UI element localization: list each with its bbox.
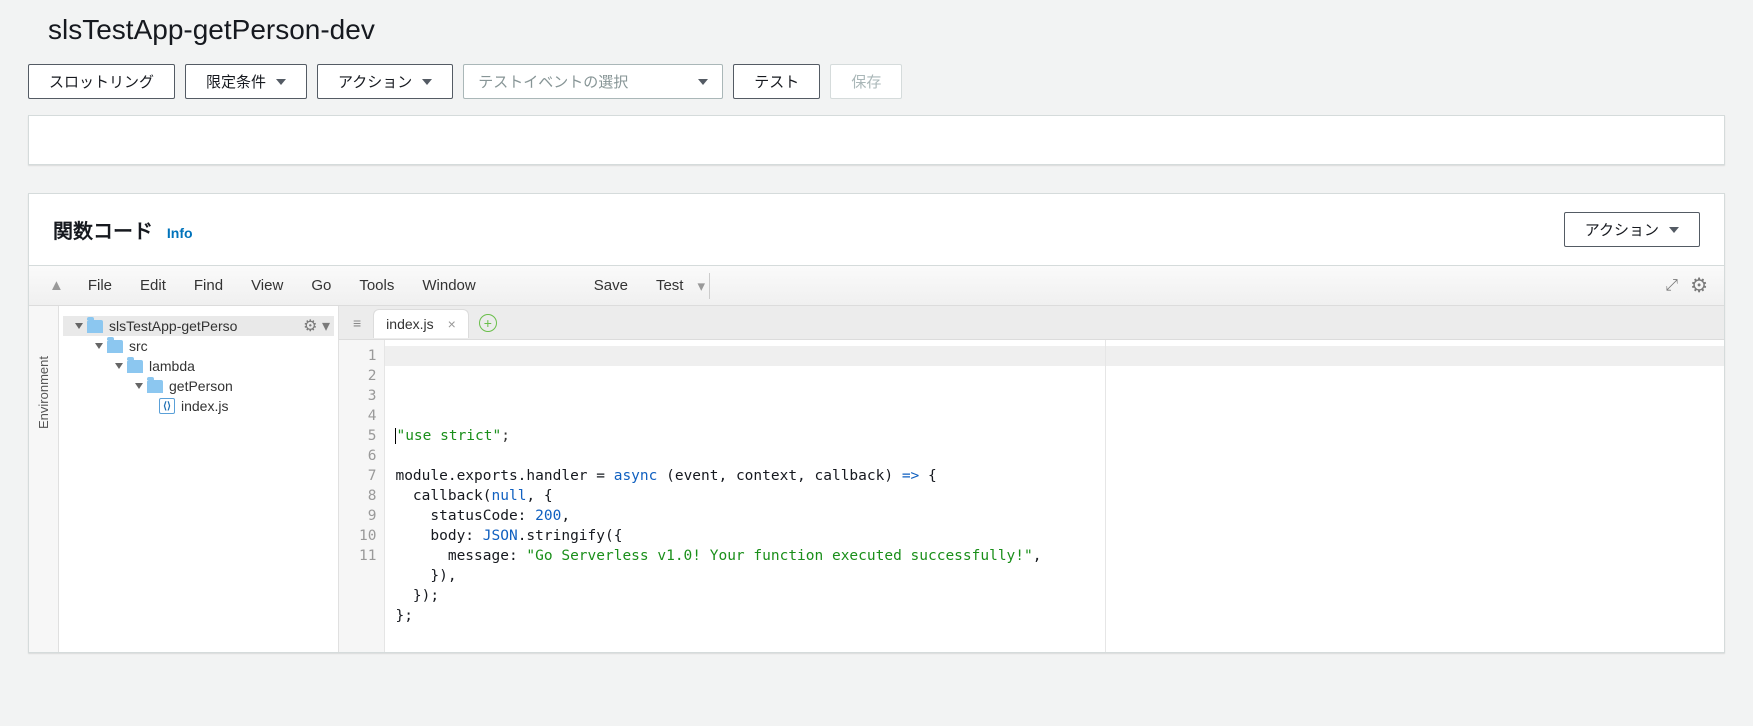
tree-src-label: src	[129, 338, 148, 354]
folder-icon	[127, 360, 143, 373]
test-event-select[interactable]: テストイベントの選択	[463, 64, 723, 99]
menu-find[interactable]: Find	[180, 277, 237, 294]
tree-getperson-label: getPerson	[169, 378, 233, 394]
info-link[interactable]: Info	[167, 225, 193, 241]
function-code-panel: 関数コード Info アクション ▲ File Edit Find View G…	[28, 193, 1725, 653]
code-editor[interactable]: 1234567891011 "use strict"; module.expor…	[339, 340, 1724, 652]
disclosure-icon	[135, 383, 143, 389]
test-button[interactable]: テスト	[733, 64, 820, 99]
code-actions-dropdown[interactable]: アクション	[1564, 212, 1700, 247]
editor-tabbar: ≡ index.js × +	[339, 306, 1724, 340]
menu-view[interactable]: View	[237, 277, 297, 294]
folder-icon	[107, 340, 123, 353]
add-tab-icon[interactable]: +	[479, 314, 497, 332]
code-actions-label: アクション	[1585, 219, 1659, 240]
tree-folder-getperson[interactable]: getPerson	[63, 376, 334, 396]
collapse-sidebar-icon[interactable]: ▲	[49, 277, 64, 294]
close-tab-icon[interactable]: ×	[448, 316, 456, 332]
tree-root[interactable]: slsTestApp-getPerso	[63, 316, 334, 336]
js-file-icon: ⟨⟩	[159, 398, 175, 414]
actions-dropdown[interactable]: アクション	[317, 64, 453, 99]
menu-go[interactable]: Go	[297, 277, 345, 294]
tab-label: index.js	[386, 316, 433, 332]
ide-test-button[interactable]: Test	[642, 277, 698, 294]
test-event-placeholder: テストイベントの選択	[478, 71, 628, 92]
folder-icon	[147, 380, 163, 393]
throttling-button[interactable]: スロットリング	[28, 64, 175, 99]
ide: ▲ File Edit Find View Go Tools Window Sa…	[29, 265, 1724, 652]
editor-area: ≡ index.js × + 1234567891011 "use strict…	[339, 306, 1724, 652]
ide-test-dropdown-icon[interactable]: ▾	[697, 277, 705, 295]
code-content[interactable]: "use strict"; module.exports.handler = a…	[385, 340, 1724, 652]
tab-scroll-icon[interactable]: ≡	[345, 315, 369, 331]
tree-gear-icon[interactable]: ⚙ ▾	[303, 316, 330, 336]
qualifiers-dropdown[interactable]: 限定条件	[185, 64, 307, 99]
page-title: slsTestApp-getPerson-dev	[28, 0, 1725, 64]
caret-down-icon	[422, 79, 432, 85]
environment-tab[interactable]: Environment	[29, 306, 59, 652]
gear-icon[interactable]: ⚙	[1684, 273, 1714, 298]
code-section-heading: 関数コード	[53, 221, 153, 243]
tree-indexjs-label: index.js	[181, 398, 228, 414]
tree-root-label: slsTestApp-getPerso	[109, 318, 237, 334]
designer-panel-collapsed	[28, 115, 1725, 165]
ide-save-button[interactable]: Save	[580, 277, 642, 294]
menu-window[interactable]: Window	[408, 277, 489, 294]
caret-down-icon	[1669, 227, 1679, 233]
divider	[709, 273, 710, 299]
menu-edit[interactable]: Edit	[126, 277, 180, 294]
menu-tools[interactable]: Tools	[345, 277, 408, 294]
ide-menubar: ▲ File Edit Find View Go Tools Window Sa…	[29, 266, 1724, 306]
folder-icon	[87, 320, 103, 333]
fullscreen-icon[interactable]: ⤢	[1659, 277, 1684, 295]
caret-down-icon	[698, 79, 708, 85]
function-toolbar: スロットリング 限定条件 アクション テストイベントの選択 テスト 保存	[28, 64, 1725, 115]
save-button[interactable]: 保存	[830, 64, 902, 99]
tree-file-indexjs[interactable]: ⟨⟩ index.js	[63, 396, 334, 416]
actions-label: アクション	[338, 71, 412, 92]
tree-folder-src[interactable]: src	[63, 336, 334, 356]
disclosure-icon	[75, 323, 83, 329]
caret-down-icon	[276, 79, 286, 85]
file-tree: ⚙ ▾ slsTestApp-getPerso src la	[59, 306, 339, 652]
tree-folder-lambda[interactable]: lambda	[63, 356, 334, 376]
editor-tab-indexjs[interactable]: index.js ×	[373, 309, 469, 338]
disclosure-icon	[95, 343, 103, 349]
menu-file[interactable]: File	[74, 277, 126, 294]
line-gutter: 1234567891011	[339, 340, 385, 652]
qualifiers-label: 限定条件	[206, 71, 266, 92]
environment-label: Environment	[36, 356, 51, 429]
active-line-highlight	[385, 346, 1724, 366]
tree-lambda-label: lambda	[149, 358, 195, 374]
disclosure-icon	[115, 363, 123, 369]
